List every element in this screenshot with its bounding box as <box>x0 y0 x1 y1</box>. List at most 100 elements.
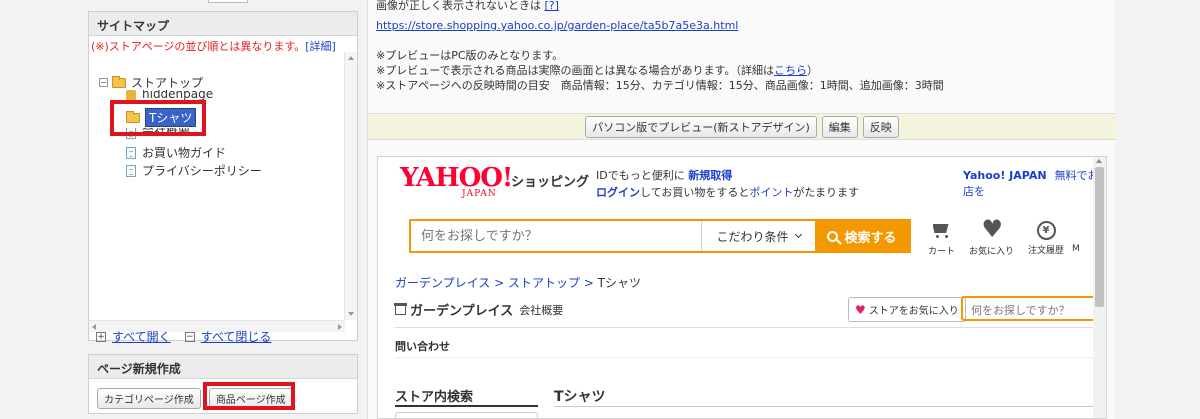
nav-label: M <box>1072 244 1080 254</box>
shopping-label: ショッピング <box>511 175 590 190</box>
divider <box>395 357 1105 358</box>
highlight-box-product-page <box>203 382 295 410</box>
heart-icon <box>981 215 1004 243</box>
image-help-link[interactable]: [?] <box>545 0 559 12</box>
create-category-page-button[interactable]: カテゴリページ作成 <box>97 388 201 409</box>
tree-item-privacy[interactable]: プライバシーポリシー <box>126 162 262 179</box>
yahoo-japan-logo[interactable]: YAHOO! JAPAN <box>400 163 513 199</box>
search-button-label: 検索する <box>844 230 897 246</box>
breadcrumb: ガーデンプレイス > ストアトップ > Tシャツ <box>395 274 641 291</box>
store-search-heading: ストア内検索 <box>395 390 474 405</box>
sitemap-note: (※)ストアページの並び順とは異なります。[詳細] <box>89 36 357 53</box>
publish-button[interactable]: 反映 <box>862 115 899 138</box>
tree-item-label: お買い物ガイド <box>142 146 227 160</box>
folder-icon <box>112 75 126 88</box>
new-page-panel: ページ新規作成 カテゴリページ作成 商品ページ作成 <box>88 354 358 414</box>
login-prefix: IDでもっと便利に <box>596 169 685 182</box>
logo-main: YAHOO! <box>400 163 513 193</box>
breadcrumb-link[interactable]: ストアトップ <box>508 276 580 290</box>
search-icon <box>827 230 839 242</box>
sitemap-vertical-scrollbar[interactable] <box>344 52 357 320</box>
in-store-search-field[interactable] <box>395 412 538 418</box>
scroll-thumb[interactable] <box>1095 167 1104 307</box>
notice-preview-items-text: ※プレビューで表示される商品は実際の画面とは異なる場合があります。（詳細は <box>376 64 774 77</box>
page-icon <box>126 146 136 159</box>
breadcrumb-separator: > <box>490 276 508 290</box>
register-link[interactable]: 新規取得 <box>688 169 732 182</box>
logo-sub: JAPAN <box>462 189 497 199</box>
yahoo-japan-link[interactable]: Yahoo! JAPAN <box>963 169 1047 182</box>
pc-preview-button[interactable]: パソコン版でプレビュー(新ストアデザイン) <box>585 115 817 138</box>
notice-reflect-time: ※ストアページへの反映時間の目安 商品情報：15分、カテゴリ情報：15分、商品画… <box>376 79 944 92</box>
point-link[interactable]: ポイント <box>749 186 793 199</box>
store-favorite-button[interactable]: ♥ ストアをお気に入り <box>848 297 966 322</box>
preview-scrollbar[interactable] <box>1093 157 1106 418</box>
divider <box>554 406 1105 407</box>
header-nav: カート お気に入り ¥ 注文履歴 M <box>928 215 1080 257</box>
favorites-nav[interactable]: お気に入り <box>969 215 1014 257</box>
divider <box>395 327 1105 328</box>
collapse-all-icon: − <box>184 331 195 342</box>
company-profile-link[interactable]: 会社概要 <box>519 302 563 318</box>
nav-label: カート <box>928 247 956 257</box>
contact-link[interactable]: 問い合わせ <box>395 338 450 354</box>
search-bar: こだわり条件 検索する <box>409 219 911 253</box>
collapse-icon[interactable]: − <box>99 78 108 87</box>
more-nav[interactable]: M <box>1072 221 1080 257</box>
top-button-stub[interactable] <box>208 0 248 3</box>
store-search-input[interactable]: 何をお探しですか？ <box>961 296 1106 321</box>
heart-icon: ♥ <box>855 302 866 317</box>
edit-button[interactable]: 編集 <box>821 115 858 138</box>
login-message: IDでもっと便利に 新規取得 ログインしてお買い物をするとポイントがたまります <box>596 167 859 201</box>
store-page-url-link[interactable]: https://store.shopping.yahoo.co.jp/garde… <box>376 19 738 32</box>
breadcrumb-separator: > <box>579 276 598 290</box>
sitemap-panel: サイトマップ (※)ストアページの並び順とは異なります。[詳細] − ストアトッ… <box>88 11 358 341</box>
tree-item-label: ストアトップ <box>131 76 204 90</box>
left-column: サイトマップ (※)ストアページの並び順とは異なります。[詳細] − ストアトッ… <box>88 0 358 419</box>
condition-label: こだわり条件 <box>716 229 789 244</box>
order-history-nav[interactable]: ¥ 注文履歴 <box>1028 221 1064 257</box>
new-page-title: ページ新規作成 <box>89 355 357 379</box>
search-input[interactable] <box>411 221 701 251</box>
search-button[interactable]: 検索する <box>815 221 909 251</box>
store-name[interactable]: ガーデンプレイス <box>410 300 513 319</box>
cart-icon <box>931 221 953 241</box>
collapse-all-link[interactable]: すべて閉じる <box>201 328 272 345</box>
preview-info: 画像が正しく表示されないときは [?] https://store.shoppi… <box>368 0 1115 93</box>
page-heading: Tシャツ <box>554 389 606 405</box>
login-suffix: がたまります <box>793 186 860 199</box>
chevron-down-icon <box>794 230 802 239</box>
store-preview-frame: YAHOO! JAPAN ショッピング IDでもっと便利に 新規取得 ログインし… <box>377 156 1107 419</box>
tree-item-guide[interactable]: お買い物ガイド <box>126 144 226 161</box>
notice-paren-close: ） <box>806 64 818 77</box>
expand-all-icon: + <box>96 331 106 342</box>
preview-toolbar: パソコン版でプレビュー(新ストアデザイン) 編集 反映 <box>368 113 1116 140</box>
tree-expand-controls: + すべて開く − すべて閉じる <box>96 328 285 345</box>
notice-preview-items: ※プレビューで表示される商品は実際の画面とは異なる場合があります。（詳細はこちら… <box>376 63 1115 78</box>
right-column: 画像が正しく表示されないときは [?] https://store.shoppi… <box>367 0 1116 419</box>
breadcrumb-link[interactable]: ガーデンプレイス <box>395 276 490 290</box>
nav-label: 注文履歴 <box>1028 246 1065 256</box>
sitemap-title: サイトマップ <box>89 12 357 36</box>
condition-dropdown[interactable]: こだわり条件 <box>701 221 815 251</box>
store-title: ガーデンプレイス 会社概要 <box>394 300 563 319</box>
page-icon <box>126 164 136 177</box>
highlight-box-tshirt <box>110 100 206 136</box>
scroll-down-icon[interactable] <box>348 312 354 316</box>
tree-item-store-top[interactable]: − ストアトップ <box>99 74 203 91</box>
expand-all-link[interactable]: すべて開く <box>112 328 171 345</box>
notice-pc-only: ※プレビューはPC版のみとなります。 <box>376 49 564 62</box>
cart-nav[interactable]: カート <box>928 221 955 257</box>
scroll-right-icon[interactable] <box>338 324 342 330</box>
image-help-text: 画像が正しく表示されないときは <box>376 0 541 12</box>
more-spacer <box>1074 221 1078 241</box>
scroll-up-icon[interactable] <box>348 56 354 60</box>
divider <box>395 405 538 407</box>
login-link[interactable]: ログイン <box>596 186 640 199</box>
image-help-line: 画像が正しく表示されないときは [?] <box>376 0 1115 13</box>
header-right-links: Yahoo! JAPAN 無料でお店を <box>963 167 1106 199</box>
tree-item-label: プライバシーポリシー <box>142 164 262 178</box>
login-middle: してお買い物をすると <box>640 186 750 199</box>
detail-here-link[interactable]: こちら <box>774 64 807 77</box>
scroll-up-icon[interactable] <box>1096 159 1102 163</box>
